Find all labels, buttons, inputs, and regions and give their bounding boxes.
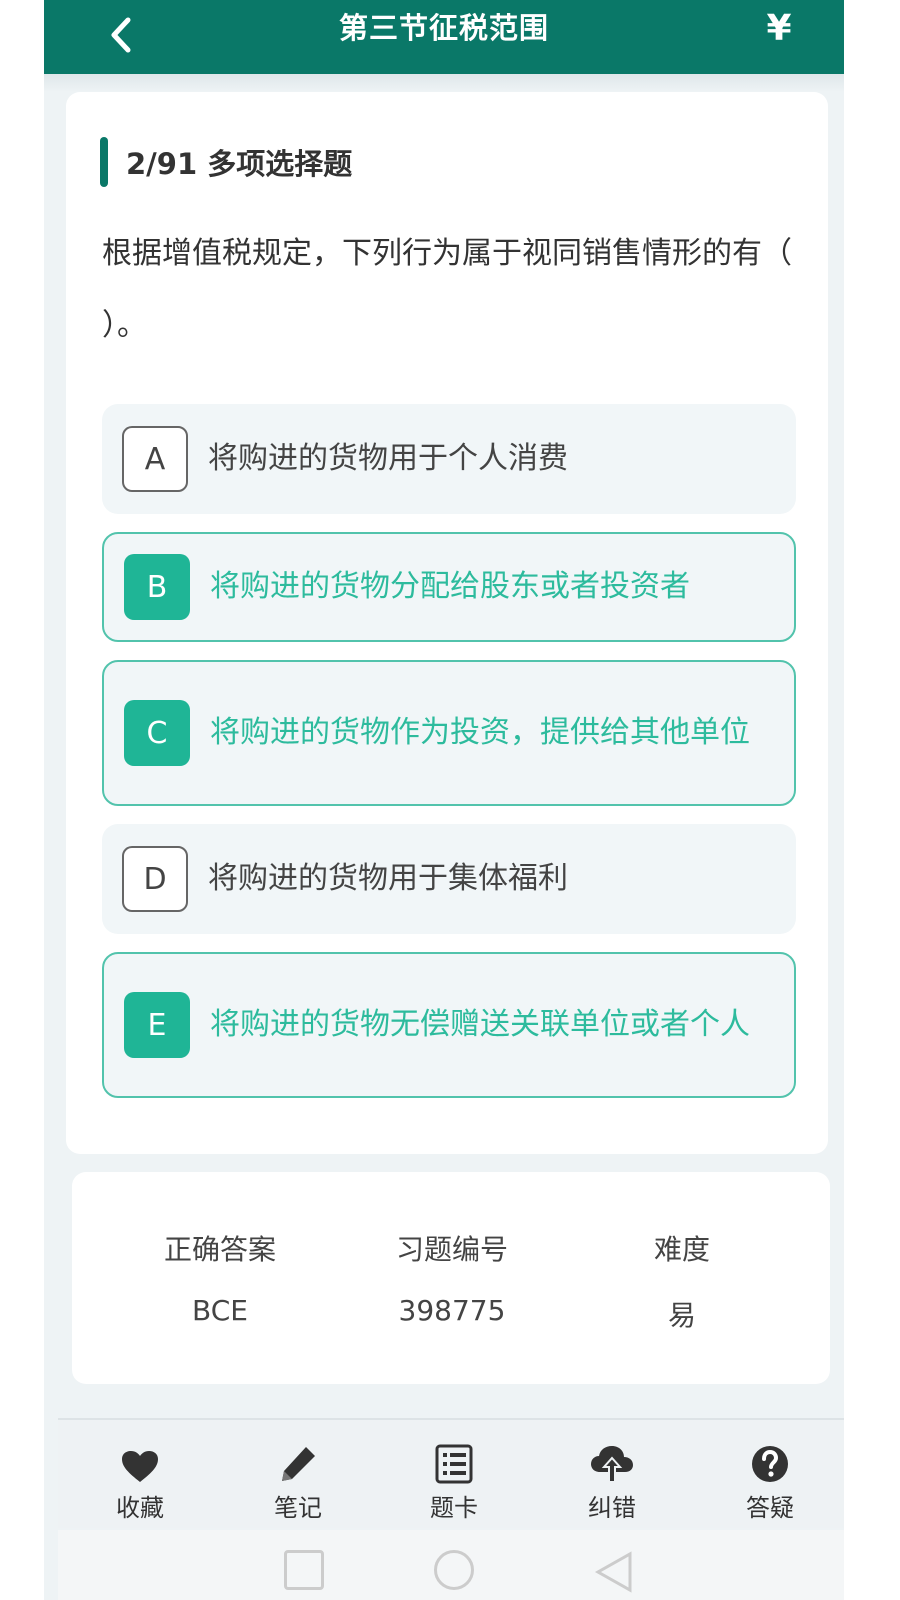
option-text: 将购进的货物分配给股东或者投资者 — [210, 569, 690, 604]
option-text: 将购进的货物作为投资，提供给其他单位 — [210, 715, 750, 750]
option-text: 将购进的货物用于集体福利 — [208, 861, 568, 896]
option-letter: C — [124, 700, 190, 766]
pencil-icon — [282, 1447, 315, 1481]
header-divider — [44, 74, 844, 92]
tab-notes[interactable]: 笔记 — [238, 1440, 358, 1523]
top-bar: 第三节征税范围 ¥ — [44, 0, 844, 74]
option-d[interactable]: D 将购进的货物用于集体福利 — [102, 824, 796, 934]
option-a[interactable]: A 将购进的货物用于个人消费 — [102, 404, 796, 514]
tab-question-card[interactable]: 题卡 — [394, 1440, 514, 1523]
option-e[interactable]: E 将购进的货物无偿赠送关联单位或者个人 — [102, 952, 796, 1098]
question-card: 2/91 多项选择题 根据增值税规定，下列行为属于视同销售情形的有（ ）。 A … — [66, 92, 828, 1154]
correct-answer-value: BCE — [192, 1294, 248, 1327]
yen-button[interactable]: ¥ — [754, 4, 804, 54]
tab-qa[interactable]: 答疑 — [710, 1440, 830, 1523]
tab-label: 答疑 — [746, 1494, 794, 1522]
tab-report-error[interactable]: 纠错 — [552, 1440, 672, 1523]
accent-bar — [100, 137, 108, 187]
option-text: 将购进的货物无偿赠送关联单位或者个人 — [210, 1007, 750, 1042]
tab-label: 题卡 — [430, 1494, 478, 1522]
question-id-label: 习题编号 — [395, 1233, 508, 1266]
question-header: 2/91 多项选择题 — [100, 136, 352, 188]
question-text: 根据增值税规定，下列行为属于视同销售情形的有（ ）。 — [102, 236, 792, 343]
tab-favorite[interactable]: 收藏 — [80, 1440, 200, 1523]
heart-icon — [122, 1451, 158, 1482]
question-icon — [752, 1446, 788, 1482]
yen-icon: ¥ — [766, 8, 792, 49]
system-navigation-bar — [58, 1530, 844, 1600]
option-letter: B — [124, 554, 190, 620]
option-b[interactable]: B 将购进的货物分配给股东或者投资者 — [102, 532, 796, 642]
difficulty-label: 难度 — [653, 1233, 710, 1266]
recent-apps-button[interactable] — [284, 1550, 324, 1590]
back-nav-button[interactable] — [594, 1550, 634, 1598]
option-text: 将购进的货物用于个人消费 — [208, 441, 568, 476]
page-title: 第三节征税范围 — [338, 11, 549, 45]
app-screen: 第三节征税范围 ¥ 2/91 多项选择题 根据增值税规定，下列行为属于视同销售情… — [44, 0, 844, 1600]
option-letter: E — [124, 992, 190, 1058]
tab-label: 收藏 — [116, 1494, 164, 1522]
home-button[interactable] — [434, 1550, 474, 1590]
difficulty-value: 易 — [667, 1299, 696, 1332]
question-progress-type: 2/91 多项选择题 — [126, 147, 353, 181]
question-id-value: 398775 — [398, 1294, 506, 1327]
option-letter: A — [122, 426, 188, 492]
list-card-icon — [435, 1444, 473, 1484]
tab-label: 笔记 — [274, 1494, 322, 1522]
correct-answer-label: 正确答案 — [163, 1233, 276, 1266]
answer-info-card: 正确答案 BCE 习题编号 398775 难度 易 — [72, 1172, 830, 1384]
triangle-back-icon — [594, 1551, 632, 1593]
cloud-upload-icon — [591, 1446, 633, 1483]
question-id-block: 习题编号 398775 — [352, 1228, 552, 1327]
option-c[interactable]: C 将购进的货物作为投资，提供给其他单位 — [102, 660, 796, 806]
difficulty-block: 难度 易 — [582, 1228, 782, 1334]
correct-answer-block: 正确答案 BCE — [120, 1228, 320, 1327]
option-letter: D — [122, 846, 188, 912]
tab-label: 纠错 — [588, 1494, 636, 1522]
bottom-tab-bar: 收藏 笔记 题卡 纠错 答疑 — [58, 1418, 844, 1528]
